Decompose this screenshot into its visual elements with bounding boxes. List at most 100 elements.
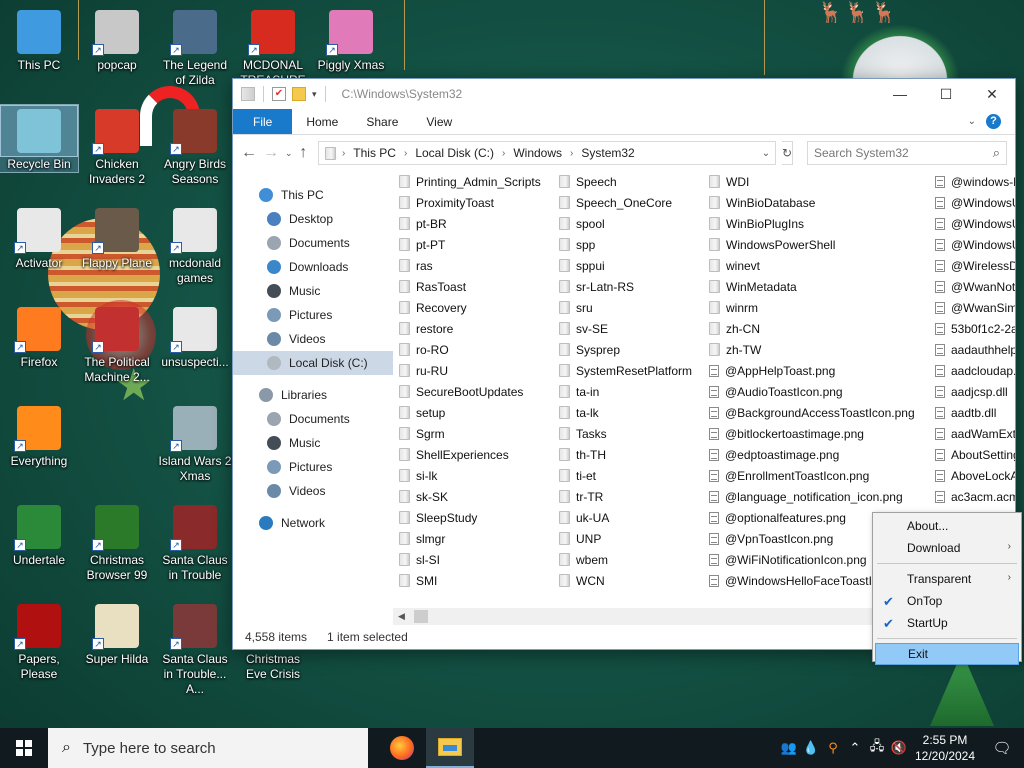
file-item[interactable]: ras [399, 255, 541, 276]
menu-item-exit[interactable]: Exit [875, 643, 1019, 665]
file-item[interactable]: sru [559, 297, 692, 318]
address-bar[interactable]: › This PC › Local Disk (C:) › Windows › … [317, 141, 776, 165]
file-item[interactable]: @language_notification_icon.png [709, 486, 915, 507]
nav-item[interactable]: Downloads [233, 255, 393, 279]
file-item[interactable]: spp [559, 234, 692, 255]
desktop-icon[interactable]: ↗ Undertale [0, 501, 78, 568]
desktop-icon[interactable]: ↗ Santa Claus in Trouble [156, 501, 234, 583]
file-item[interactable]: ru-RU [399, 360, 541, 381]
tab-file[interactable]: File [233, 109, 293, 134]
file-item[interactable]: pt-BR [399, 213, 541, 234]
desktop-icon[interactable]: ↗ Super Hilda [78, 600, 156, 667]
nav-item[interactable]: This PC [233, 183, 393, 207]
chevron-down-icon[interactable]: ⌄ [285, 148, 293, 159]
file-item[interactable]: sv-SE [559, 318, 692, 339]
desktop-icon[interactable]: ↗ The Political Machine 2... [78, 303, 156, 385]
file-item[interactable]: aadWamExtension.dll [935, 423, 1015, 444]
file-item[interactable]: Tasks [559, 423, 692, 444]
file-item[interactable]: Recovery [399, 297, 541, 318]
file-item[interactable]: @WwanSimLockIcon.png [935, 297, 1015, 318]
file-item[interactable]: ti-et [559, 465, 692, 486]
file-item[interactable]: UNP [559, 528, 692, 549]
maximize-button[interactable]: ☐ [923, 79, 969, 109]
properties-icon[interactable]: ✔ [272, 87, 286, 101]
desktop-icon[interactable]: ↗ unsuspecti... [156, 303, 234, 370]
nav-item[interactable]: Desktop [233, 207, 393, 231]
file-item[interactable]: @WirelessDisplayToast.png [935, 255, 1015, 276]
file-item[interactable]: uk-UA [559, 507, 692, 528]
search-tool-icon[interactable]: ⚲ [822, 740, 844, 756]
file-item[interactable]: SystemResetPlatform [559, 360, 692, 381]
file-item[interactable]: zh-TW [709, 339, 915, 360]
file-item[interactable]: SecureBootUpdates [399, 381, 541, 402]
file-item[interactable]: WDI [709, 171, 915, 192]
file-item[interactable]: @bitlockertoastimage.png [709, 423, 915, 444]
desktop-icon[interactable]: ↗ Activator [0, 204, 78, 271]
file-item[interactable]: @EnrollmentToastIcon.png [709, 465, 915, 486]
file-item[interactable]: @AudioToastIcon.png [709, 381, 915, 402]
file-item[interactable]: @windows-hello-V4.1.gif [935, 171, 1015, 192]
file-item[interactable]: WinMetadata [709, 276, 915, 297]
notification-icon[interactable]: 🗨 [980, 739, 1024, 757]
desktop-icon[interactable]: ↗ Piggly Xmas [312, 6, 390, 73]
file-item[interactable]: WinBioDatabase [709, 192, 915, 213]
file-item[interactable]: th-TH [559, 444, 692, 465]
desktop-icon[interactable]: ↗ mcdonald games [156, 204, 234, 286]
search-icon[interactable]: ⌕ [993, 145, 1000, 161]
desktop-icon[interactable]: ↗ popcap [78, 6, 156, 73]
file-item[interactable]: @edptoastimage.png [709, 444, 915, 465]
title-bar[interactable]: ✔ ▾ C:\Windows\System32 — ☐ ✕ [233, 79, 1015, 109]
file-item[interactable]: ta-lk [559, 402, 692, 423]
file-item[interactable]: si-lk [399, 465, 541, 486]
search-box[interactable]: ⌕ [807, 141, 1007, 165]
expand-ribbon-icon[interactable]: ⌄ [968, 116, 976, 127]
file-item[interactable]: slmgr [399, 528, 541, 549]
desktop-icon[interactable]: ↗ The Legend of Zilda [156, 6, 234, 88]
file-item[interactable]: ro-RO [399, 339, 541, 360]
file-item[interactable]: aadcloudap.dll [935, 360, 1015, 381]
file-item[interactable]: aadauthhelper.dll [935, 339, 1015, 360]
chevron-right-icon[interactable]: › [570, 148, 573, 159]
file-item[interactable]: wbem [559, 549, 692, 570]
minimize-button[interactable]: — [877, 79, 923, 109]
up-arrow-icon[interactable]: ↑ [299, 144, 308, 162]
file-item[interactable]: @WwanNotificationIcon.png [935, 276, 1015, 297]
desktop-icon[interactable]: ↗ Everything [0, 402, 78, 469]
file-item[interactable]: winevt [709, 255, 915, 276]
tab-home[interactable]: Home [292, 109, 352, 134]
file-item[interactable]: WindowsPowerShell [709, 234, 915, 255]
nav-item[interactable]: Documents [233, 407, 393, 431]
taskbar-search[interactable]: ⌕ [48, 728, 368, 768]
nav-item[interactable]: Documents [233, 231, 393, 255]
breadcrumb-windows[interactable]: Windows [513, 146, 562, 160]
desktop-icon[interactable]: ↗ Chicken Invaders 2 [78, 105, 156, 187]
file-item[interactable]: 53b0f1c2-2ad3.dll [935, 318, 1015, 339]
start-button[interactable] [0, 728, 48, 768]
nav-item[interactable]: Videos [233, 327, 393, 351]
close-button[interactable]: ✕ [969, 79, 1015, 109]
breadcrumb-this-pc[interactable]: This PC [353, 146, 396, 160]
volume-muted-icon[interactable]: 🔇 [888, 740, 910, 756]
file-item[interactable]: sk-SK [399, 486, 541, 507]
file-item[interactable]: SleepStudy [399, 507, 541, 528]
file-item[interactable]: aadtb.dll [935, 402, 1015, 423]
new-folder-icon[interactable] [292, 87, 306, 101]
breadcrumb-system32[interactable]: System32 [581, 146, 634, 160]
network-icon[interactable]: 🖧 [866, 737, 888, 759]
desktop-icon[interactable]: This PC [0, 6, 78, 73]
chevron-down-icon[interactable]: ▾ [312, 89, 317, 100]
file-item[interactable]: Speech_OneCore [559, 192, 692, 213]
nav-item[interactable]: Pictures [233, 303, 393, 327]
file-item[interactable]: ProximityToast [399, 192, 541, 213]
file-item[interactable]: sr-Latn-RS [559, 276, 692, 297]
nav-item[interactable]: Pictures [233, 455, 393, 479]
search-input[interactable] [814, 146, 974, 160]
chevron-up-icon[interactable]: ⌃ [844, 740, 866, 756]
file-item[interactable]: ta-in [559, 381, 692, 402]
file-item[interactable]: Printing_Admin_Scripts [399, 171, 541, 192]
desktop-icon[interactable]: ↗MCDONAL TREASURE [234, 6, 312, 88]
forward-arrow-icon[interactable]: → [263, 144, 279, 162]
chevron-right-icon[interactable]: › [404, 148, 407, 159]
tab-view[interactable]: View [412, 109, 466, 134]
scrollbar-thumb[interactable] [414, 610, 428, 623]
